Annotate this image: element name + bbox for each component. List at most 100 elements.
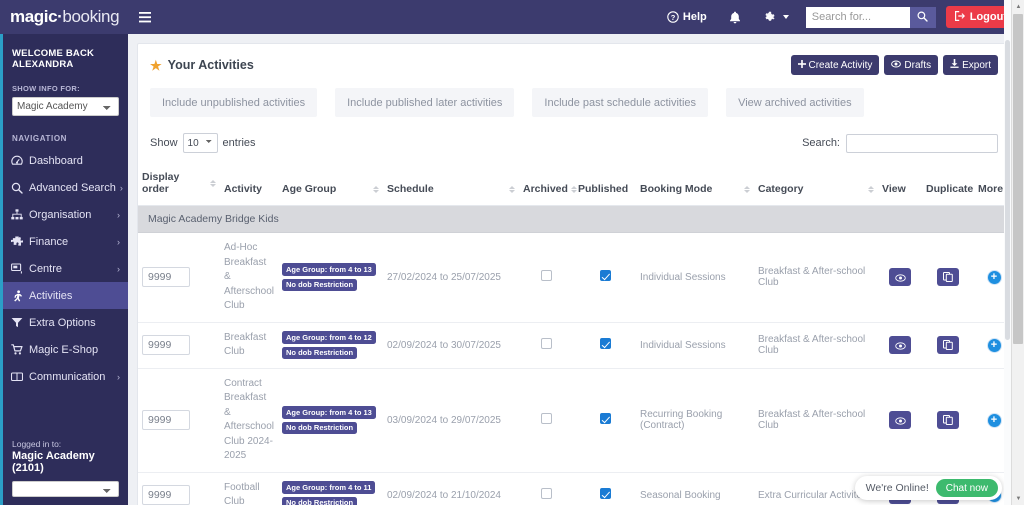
table-head: Display order Activity Age Group Schedul…: [138, 165, 1014, 206]
notifications-button[interactable]: [718, 0, 752, 34]
published-checkbox[interactable]: [599, 270, 611, 282]
scroll-up-arrow[interactable]: ▲: [1012, 0, 1024, 13]
col-label: Published: [578, 183, 629, 195]
col-age-group[interactable]: Age Group: [278, 165, 383, 206]
col-display-order[interactable]: Display order: [138, 165, 220, 206]
view-button[interactable]: [889, 268, 911, 287]
navigation-list: Dashboard Advanced Search › Organisation: [3, 147, 128, 390]
tab-include-published-later[interactable]: Include published later activities: [335, 88, 515, 117]
table-group-row: Magic Academy Bridge Kids: [138, 205, 1014, 233]
display-order-input[interactable]: [142, 485, 190, 505]
page-scrollbar[interactable]: ▲ ▼: [1011, 0, 1024, 505]
more-button[interactable]: +: [986, 337, 1002, 353]
sidebar-item-finance[interactable]: Finance ›: [3, 228, 128, 255]
col-activity[interactable]: Activity: [220, 165, 278, 206]
show-info-select[interactable]: Magic Academy: [12, 97, 119, 116]
page-scrollbar-thumb[interactable]: [1013, 14, 1023, 344]
brand-logo[interactable]: magic · booking: [0, 0, 128, 34]
view-button[interactable]: [889, 411, 911, 429]
sidebar-item-activities[interactable]: Activities: [3, 282, 128, 309]
export-label: Export: [962, 59, 991, 71]
cell-booking-mode: Recurring Booking (Contract): [636, 368, 754, 473]
cell-category: Breakfast & After-school Club: [754, 368, 878, 473]
content-scrollbar-thumb[interactable]: [1005, 40, 1010, 340]
display-order-input[interactable]: [142, 267, 190, 288]
cell-archived: [519, 322, 574, 369]
col-view: View: [878, 165, 922, 206]
display-order-input[interactable]: [142, 335, 190, 355]
col-label: More: [978, 183, 1004, 195]
sidebar-item-advanced-search[interactable]: Advanced Search ›: [3, 174, 128, 201]
col-schedule[interactable]: Schedule: [383, 165, 519, 206]
duplicate-button[interactable]: [937, 411, 959, 429]
hamburger-icon[interactable]: [128, 0, 162, 34]
main-content: ★ Your Activities Create Activity Drafts…: [128, 34, 1024, 505]
archived-checkbox[interactable]: [541, 270, 552, 282]
archived-checkbox[interactable]: [541, 488, 552, 499]
search-input[interactable]: [805, 6, 910, 28]
sidebar-item-dashboard[interactable]: Dashboard: [3, 147, 128, 174]
drafts-button[interactable]: Drafts: [884, 55, 939, 75]
view-button[interactable]: [889, 336, 911, 354]
sidebar-item-organisation[interactable]: Organisation ›: [3, 201, 128, 228]
archived-checkbox[interactable]: [541, 413, 552, 424]
sidebar-item-centre[interactable]: Centre ›: [3, 255, 128, 282]
col-published[interactable]: Published: [574, 165, 636, 206]
tab-view-archived[interactable]: View archived activities: [726, 88, 864, 117]
export-button[interactable]: Export: [943, 55, 998, 75]
activity-name: Football Club: [224, 481, 260, 505]
sidebar-item-extra-options[interactable]: Extra Options: [3, 309, 128, 336]
activity-name: Contract Breakfast & Afterschool Club 20…: [224, 377, 275, 462]
col-archived[interactable]: Archived: [519, 165, 577, 206]
col-category[interactable]: Category: [754, 165, 878, 206]
activity-name: Ad-Hoc Breakfast & Afterschool Club: [224, 242, 275, 311]
cell-category: Breakfast & After-school Club: [754, 232, 878, 323]
entries-per-page-select[interactable]: 10: [182, 133, 218, 153]
published-checkbox[interactable]: [599, 488, 611, 499]
settings-button[interactable]: [752, 0, 800, 34]
more-button[interactable]: +: [986, 269, 1002, 285]
table-search-input[interactable]: [846, 133, 998, 153]
published-checkbox[interactable]: [599, 413, 611, 424]
sidebar-item-communication[interactable]: Communication ›: [3, 363, 128, 390]
cell-duplicate: [922, 232, 974, 323]
download-icon: [950, 59, 959, 71]
content-scrollbar[interactable]: [1004, 0, 1011, 505]
cell-published: [574, 322, 636, 369]
published-checkbox[interactable]: [599, 338, 611, 349]
tab-include-past-schedule[interactable]: Include past schedule activities: [532, 88, 709, 117]
sidebar-label: Centre: [29, 262, 63, 275]
filter-tabs: Include unpublished activities Include p…: [138, 84, 1010, 130]
bell-icon: [729, 11, 741, 24]
cell-age-group: Age Group: from 4 to 13 No dob Restrictio…: [278, 368, 383, 473]
archived-checkbox[interactable]: [541, 338, 552, 349]
cell-schedule: 02/09/2024 to 30/07/2025: [383, 322, 519, 369]
tab-include-unpublished[interactable]: Include unpublished activities: [150, 88, 318, 117]
cell-activity: Football Club: [220, 472, 278, 505]
table-header-row: Display order Activity Age Group Schedul…: [138, 165, 1014, 206]
eye-icon: [894, 413, 906, 428]
more-button[interactable]: +: [986, 412, 1002, 428]
question-circle-icon: ?: [667, 11, 679, 23]
help-button[interactable]: ? Help: [656, 0, 718, 34]
logged-in-label: Logged in to:: [12, 439, 62, 449]
col-booking-mode[interactable]: Booking Mode: [636, 165, 754, 206]
search-icon: [11, 182, 27, 194]
gear-icon: [763, 11, 776, 24]
sidebar-label: Communication: [29, 370, 106, 383]
create-activity-button[interactable]: Create Activity: [790, 55, 880, 75]
topbar-actions: ? Help Search for... Logout: [656, 0, 1024, 34]
header-actions: Create Activity Drafts Export: [790, 55, 998, 75]
cell-schedule: 03/09/2024 to 29/07/2025: [383, 368, 519, 473]
search-submit-button[interactable]: [909, 6, 936, 28]
global-search: [805, 6, 936, 28]
chat-now-button[interactable]: Chat now: [935, 479, 998, 497]
duplicate-button[interactable]: [937, 268, 959, 287]
sidebar-item-magic-eshop[interactable]: Magic E-Shop: [3, 336, 128, 363]
dob-restriction-badge: No dob Restriction: [282, 496, 358, 505]
puzzle-icon: [11, 236, 27, 247]
display-order-input[interactable]: [142, 410, 190, 430]
centre-switch-select[interactable]: [12, 481, 119, 497]
duplicate-button[interactable]: [937, 336, 959, 354]
scroll-down-arrow[interactable]: ▼: [1012, 492, 1024, 505]
